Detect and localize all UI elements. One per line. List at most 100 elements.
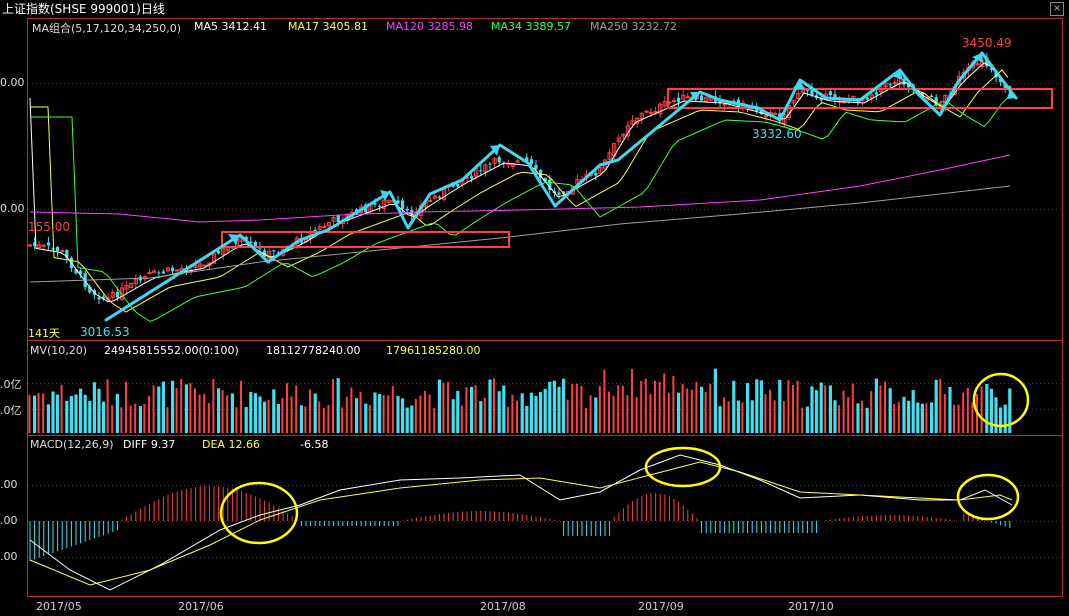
candle-body <box>456 183 460 187</box>
volume-bar <box>488 379 492 433</box>
volume-bar <box>276 404 280 433</box>
volume-bar <box>654 381 656 433</box>
volume-bar <box>525 405 529 433</box>
candle-body <box>892 82 897 85</box>
volume-bar <box>226 395 229 433</box>
volume-bar <box>552 380 556 433</box>
candle-body <box>773 112 778 115</box>
volume-bar <box>56 394 60 433</box>
candle-body <box>56 247 60 251</box>
volume-bar <box>838 405 840 433</box>
volume-bar <box>437 379 441 433</box>
close-icon[interactable]: × <box>1050 2 1064 16</box>
left-price-label: 155.00 <box>28 220 70 234</box>
volume-bar <box>33 395 37 433</box>
candle-body <box>653 111 658 114</box>
volume-value-2: 18112778240.00 <box>266 344 361 357</box>
volume-bar <box>88 400 92 433</box>
volume-bar <box>470 386 474 433</box>
ma17-name: MA17 <box>288 20 320 33</box>
candle-body <box>428 200 433 203</box>
volume-bars <box>28 368 1012 433</box>
volume-bar <box>562 378 566 433</box>
volume-bar <box>732 380 736 433</box>
volume-bar <box>966 388 969 433</box>
volume-bar <box>907 400 911 433</box>
candle-body <box>97 297 101 300</box>
volume-bar <box>148 395 150 433</box>
candle-body <box>115 291 119 298</box>
volume-bar <box>474 385 477 433</box>
volume-bar <box>212 379 215 433</box>
volume-bar <box>258 396 262 433</box>
volume-bar <box>571 384 574 433</box>
candle-body <box>529 159 533 165</box>
volume-bar <box>281 397 284 433</box>
volume-bar <box>235 407 238 433</box>
candle-body <box>479 170 483 172</box>
volume-bar <box>217 388 221 433</box>
volume-bar <box>318 401 321 433</box>
volume-bar <box>401 398 405 433</box>
macd-axis-label-1: .00 <box>0 478 18 491</box>
kline-chart[interactable] <box>0 0 1069 616</box>
volume-bar <box>74 394 78 433</box>
volume-bar <box>161 381 165 433</box>
volume-bar <box>414 398 417 433</box>
volume-bar <box>626 395 629 433</box>
volume-bar <box>327 405 330 433</box>
uptrend-zigzag-1 <box>104 51 1018 322</box>
volume-bar <box>621 385 624 433</box>
volume-bar <box>378 394 382 433</box>
volume-bar <box>727 401 730 433</box>
volume-bar <box>120 407 123 433</box>
candle-body <box>41 244 46 247</box>
volume-bar <box>902 397 906 433</box>
candle-body <box>27 244 33 247</box>
volume-bar <box>97 388 101 433</box>
volume-bar <box>180 378 183 433</box>
volume-bar <box>695 381 698 433</box>
volume-bar <box>69 395 73 433</box>
candle-body <box>515 160 520 163</box>
volume-bar <box>736 400 740 433</box>
volume-bar <box>741 402 744 433</box>
volume-bar <box>810 386 814 433</box>
volume-bar <box>304 406 307 433</box>
volume-bar <box>37 393 40 433</box>
volume-bar <box>230 393 234 433</box>
volume-bar <box>617 385 620 433</box>
volume-value-1: 24945815552.00(0:100) <box>104 344 239 357</box>
volume-bar <box>290 396 293 433</box>
volume-bar <box>198 394 201 433</box>
volume-bar <box>773 400 776 433</box>
volume-bar <box>939 378 942 433</box>
date-label: 2017/06 <box>178 600 224 613</box>
volume-bar <box>884 381 886 433</box>
volume-bar <box>83 394 87 433</box>
volume-bar <box>851 383 854 433</box>
volume-bar <box>764 394 767 433</box>
volume-bar <box>916 402 920 433</box>
volume-bar <box>953 404 955 433</box>
volume-bar <box>543 388 547 433</box>
volume-bar <box>42 393 45 433</box>
volume-bar <box>792 384 794 433</box>
volume-bar <box>746 383 750 433</box>
volume-bar <box>631 368 633 433</box>
volume-bar <box>815 390 819 433</box>
diff-name: DIFF <box>123 438 148 451</box>
candle-body <box>171 267 175 272</box>
volume-bar <box>575 383 578 433</box>
volume-bar <box>700 386 704 433</box>
volume-bar <box>483 397 486 433</box>
volume-bar <box>672 375 675 433</box>
annotation-boxes <box>221 88 1053 248</box>
trend-arrows <box>104 51 1018 322</box>
volume-bar <box>911 390 915 433</box>
volume-bar <box>134 403 137 433</box>
diff-value: 9.37 <box>150 438 176 451</box>
volume-bar <box>888 388 892 433</box>
volume-bar <box>115 393 119 433</box>
volume-bar <box>957 404 960 433</box>
